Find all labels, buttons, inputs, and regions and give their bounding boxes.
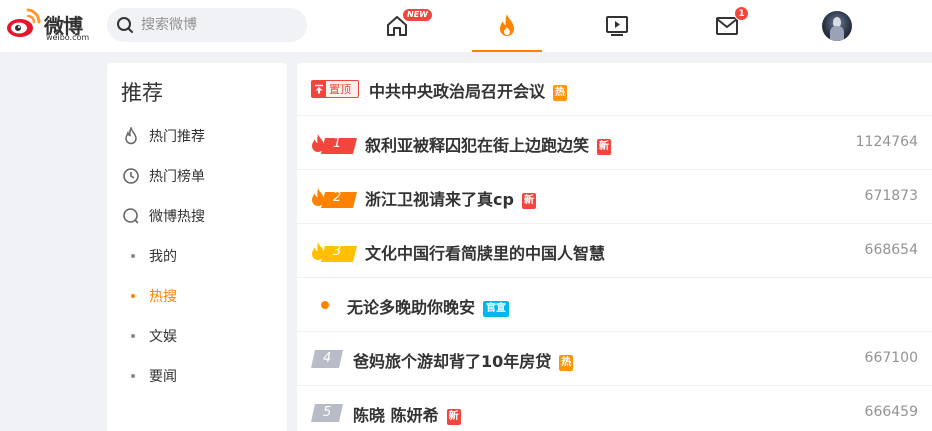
list-item-title: 中共中央政治局召开会议 (369, 82, 546, 101)
search-circle-icon (121, 206, 141, 226)
orange-dot-icon (321, 301, 329, 309)
sidebar-item-label: 热门推荐 (149, 129, 205, 145)
list-item-title-wrap: 中共中央政治局召开会议热 (369, 78, 568, 102)
top-navigation-bar: 微博 weibo.com NEW 1 (0, 0, 932, 52)
bullet (131, 254, 135, 258)
rank-number: 3 (333, 244, 342, 259)
search-count: 667100 (864, 350, 918, 366)
weibo-logo-icon (7, 8, 41, 37)
search-count: 666459 (864, 404, 918, 420)
flame-outline-icon (121, 126, 141, 146)
pin-arrow-icon (312, 81, 326, 97)
sidebar-title: 推荐 (121, 81, 163, 105)
new-badge: 新 (521, 193, 536, 209)
new-badge: 新 (597, 139, 612, 155)
sidebar-item-mine[interactable]: 我的 (121, 245, 177, 267)
sidebar-item-label: 我的 (149, 249, 177, 265)
active-tab-underline (472, 50, 542, 52)
rank-number: 2 (333, 190, 342, 205)
clock-icon (121, 166, 141, 186)
list-item-title-wrap: 陈晓 陈妍希新 (353, 402, 461, 426)
flame-icon (500, 14, 514, 36)
nav-video[interactable] (582, 0, 652, 52)
sidebar-item-label: 热搜 (149, 289, 177, 305)
list-item[interactable]: 2 浙江卫视请来了真cp 新 671873 (297, 170, 932, 224)
sidebar-item-hot-search[interactable]: 热搜 (121, 285, 177, 307)
search-box[interactable] (107, 8, 307, 42)
bullet (131, 334, 135, 338)
list-item-title-wrap: 浙江卫视请来了真cp 新 (365, 186, 536, 210)
sidebar-item-news[interactable]: 要闻 (121, 365, 177, 387)
mail-icon (716, 17, 738, 35)
new-badge: 新 (446, 409, 461, 425)
video-icon (606, 16, 628, 36)
nav-hot[interactable] (472, 0, 542, 52)
message-count-badge: 1 (734, 6, 749, 21)
sidebar-item-weibo-hot-search[interactable]: 微博热搜 (121, 205, 205, 227)
list-item[interactable]: 1 叙利亚被释囚犯在街上边跑边笑新 1124764 (297, 116, 932, 170)
pinned-label: 置顶 (329, 83, 351, 96)
pinned-tag: 置顶 (311, 80, 359, 98)
sidebar: 推荐 热门推荐 热门榜单 微博热搜 我的 热搜 文娱 要闻 (107, 63, 287, 431)
sidebar-item-label: 要闻 (149, 369, 177, 385)
rank-number: 5 (323, 405, 332, 420)
list-item-pinned[interactable]: 置顶 中共中央政治局召开会议热 (297, 63, 932, 116)
rank-flame-icon: 3 (311, 241, 357, 262)
sidebar-item-entertainment[interactable]: 文娱 (121, 325, 177, 347)
nav-profile[interactable] (802, 0, 872, 52)
list-item-title: 浙江卫视请来了真cp (365, 190, 514, 209)
sidebar-item-hot-list[interactable]: 热门榜单 (121, 165, 205, 187)
hot-search-list: 置顶 中共中央政治局召开会议热 1 叙利亚被释囚犯在街上边跑边笑新 112476… (297, 63, 932, 431)
search-count: 668654 (864, 242, 918, 258)
list-item[interactable]: 4 爸妈旅个游却背了10年房贷热 667100 (297, 332, 932, 386)
list-item[interactable]: 5 陈晓 陈妍希新 666459 (297, 386, 932, 431)
sidebar-item-label: 微博热搜 (149, 209, 205, 225)
list-item-title-wrap: 叙利亚被释囚犯在街上边跑边笑新 (365, 132, 612, 156)
list-item[interactable]: 3 文化中国行看简牍里的中国人智慧 668654 (297, 224, 932, 278)
hot-badge: 热 (559, 355, 574, 371)
sidebar-item-label: 文娱 (149, 329, 177, 345)
list-item-title: 陈晓 陈妍希 (353, 406, 439, 425)
rank-flame-icon: 1 (311, 133, 357, 154)
sidebar-item-label: 热门榜单 (149, 169, 205, 185)
search-icon (117, 17, 133, 33)
rank-number: 1 (333, 136, 342, 151)
avatar[interactable] (822, 11, 852, 41)
new-badge: NEW (402, 8, 433, 22)
search-count: 671873 (864, 188, 918, 204)
official-badge: 官宣 (483, 301, 510, 317)
list-item-promoted[interactable]: 无论多晚助你晚安 官宣 (297, 278, 932, 332)
list-item-title: 文化中国行看简牍里的中国人智慧 (365, 244, 606, 263)
hot-badge: 热 (553, 85, 568, 101)
list-item-title: 无论多晚助你晚安 (347, 298, 476, 317)
search-input[interactable] (141, 8, 301, 42)
list-item-title: 爸妈旅个游却背了10年房贷 (353, 352, 552, 371)
nav-home[interactable]: NEW (362, 0, 433, 52)
sidebar-item-hot-recommend[interactable]: 热门推荐 (121, 125, 205, 147)
bullet (131, 374, 135, 378)
weibo-logo[interactable]: 微博 weibo.com (6, 6, 96, 46)
logo-subtext: weibo.com (46, 33, 90, 42)
rank-flame-icon: 2 (311, 187, 357, 208)
rank-badge: 4 (311, 350, 343, 368)
list-item-title: 叙利亚被释囚犯在街上边跑边笑 (365, 136, 590, 155)
bullet (131, 294, 135, 298)
list-item-title-wrap: 爸妈旅个游却背了10年房贷热 (353, 348, 574, 372)
rank-badge: 5 (311, 404, 343, 422)
rank-number: 4 (323, 351, 332, 366)
search-count: 1124764 (855, 134, 918, 150)
list-item-title-wrap: 无论多晚助你晚安 官宣 (347, 294, 510, 318)
nav-messages[interactable]: 1 (692, 0, 762, 52)
